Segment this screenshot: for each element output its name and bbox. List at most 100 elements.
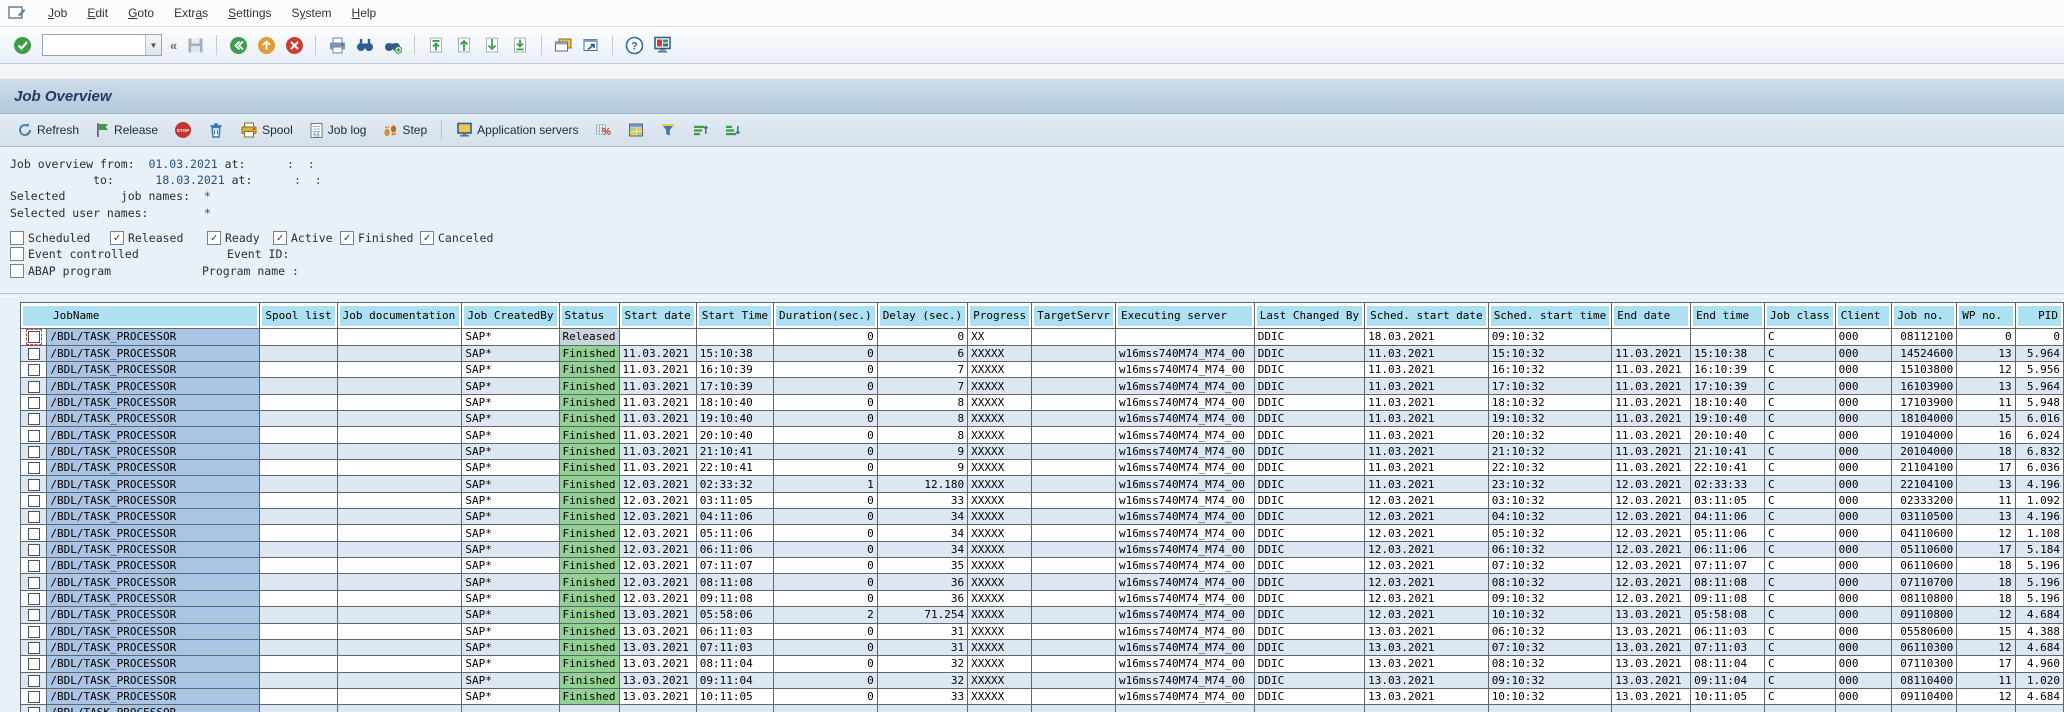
cell-sched-start-time[interactable]: 04:10:32 (1488, 509, 1612, 525)
cell-sched-start-date[interactable]: 18.03.2021 (1365, 329, 1489, 345)
cell-delay[interactable]: 8 (877, 411, 967, 427)
column-header-status[interactable]: Status (559, 303, 619, 329)
cell-wp-no[interactable]: 17 (1957, 541, 2015, 557)
cell-end-time[interactable]: 09:11:04 (1691, 672, 1765, 688)
cell-pid[interactable]: 6.016 (2015, 411, 2063, 427)
cell-executing-server[interactable]: w16mss740M74_M74_00 (1116, 525, 1255, 541)
checkbox-icon[interactable] (28, 675, 40, 687)
cell-job-documentation[interactable] (337, 672, 462, 688)
sort-descending-button[interactable] (717, 118, 747, 142)
cell-client[interactable]: 000 (1835, 492, 1892, 508)
cell-executing-server[interactable]: w16mss740M74_M74_00 (1116, 362, 1255, 378)
cell-last-changed-by[interactable]: DDIC (1254, 574, 1364, 590)
cell-jobname[interactable]: /BDL/TASK_PROCESSOR (47, 607, 260, 623)
cell-start-date[interactable]: 11.03.2021 (619, 362, 696, 378)
cell-jobname[interactable]: /BDL/TASK_PROCESSOR (47, 394, 260, 410)
cell-pid[interactable]: 4.684 (2015, 639, 2063, 655)
cell-pid[interactable]: 5.196 (2015, 590, 2063, 606)
cell-start-date[interactable] (619, 329, 696, 345)
cell-start-date[interactable]: 11.03.2021 (619, 443, 696, 459)
cell-spool-list[interactable] (260, 607, 337, 623)
cell-end-time[interactable]: 02:33:33 (1691, 476, 1765, 492)
cell-end-date[interactable]: 12.03.2021 (1612, 509, 1691, 525)
cell-delay[interactable]: 32 (877, 672, 967, 688)
cell-executing-server[interactable] (1116, 705, 1255, 712)
cell-spool-list[interactable] (260, 378, 337, 394)
last-page-icon[interactable] (508, 33, 532, 57)
cell-delay[interactable]: 36 (877, 590, 967, 606)
cell-sched-start-time[interactable]: 15:10:32 (1488, 345, 1612, 361)
cell-progress[interactable]: XXXXX (968, 394, 1032, 410)
cell-job-documentation[interactable] (337, 607, 462, 623)
cell-end-date[interactable]: 12.03.2021 (1612, 476, 1691, 492)
cell-last-changed-by[interactable]: DDIC (1254, 345, 1364, 361)
cell-pid[interactable]: 4.684 (2015, 688, 2063, 704)
cell-duration[interactable]: 0 (773, 411, 877, 427)
cell-sched-start-time[interactable]: 06:10:32 (1488, 541, 1612, 557)
cell-last-changed-by[interactable]: DDIC (1254, 607, 1364, 623)
find-next-icon[interactable] (381, 33, 405, 57)
cell-end-date[interactable]: 11.03.2021 (1612, 427, 1691, 443)
cell-sched-start-time[interactable] (1488, 705, 1612, 712)
cell-client[interactable]: 000 (1835, 427, 1892, 443)
cell-spool-list[interactable] (260, 443, 337, 459)
cell-delay[interactable] (877, 705, 967, 712)
cell-sched-start-time[interactable]: 23:10:32 (1488, 476, 1612, 492)
cell-progress[interactable]: XXXXX (968, 362, 1032, 378)
cell-end-time[interactable]: 19:10:40 (1691, 411, 1765, 427)
cell-pid[interactable]: 5.196 (2015, 574, 2063, 590)
column-header-sched-start-time[interactable]: Sched. start time (1488, 303, 1612, 329)
status-checkbox-ready[interactable]: Ready (207, 231, 260, 245)
row-select-checkbox[interactable] (21, 688, 47, 704)
cell-jobname[interactable]: /BDL/TASK_PROCESSOR (47, 623, 260, 639)
unchecked-checkbox-icon[interactable] (10, 231, 24, 245)
cell-targetservr[interactable] (1032, 705, 1116, 712)
release-button[interactable]: Release (88, 118, 165, 142)
cell-end-date[interactable]: 12.03.2021 (1612, 558, 1691, 574)
cell-status[interactable]: Finished (559, 525, 619, 541)
cell-duration[interactable] (773, 705, 877, 712)
cell-last-changed-by[interactable]: DDIC (1254, 656, 1364, 672)
cell-job-createdby[interactable]: SAP* (462, 460, 559, 476)
cell-status[interactable]: Finished (559, 476, 619, 492)
checkbox-icon[interactable] (28, 642, 40, 654)
cell-job-createdby[interactable]: SAP* (462, 590, 559, 606)
status-checkbox-active[interactable]: Active (273, 231, 333, 245)
cell-last-changed-by[interactable]: DDIC (1254, 427, 1364, 443)
cell-job-class[interactable]: C (1764, 688, 1835, 704)
cell-job-class[interactable]: C (1764, 558, 1835, 574)
cell-job-class[interactable]: C (1764, 476, 1835, 492)
checkbox-icon[interactable] (28, 446, 40, 458)
cell-sched-start-date[interactable]: 13.03.2021 (1365, 672, 1489, 688)
cell-executing-server[interactable]: w16mss740M74_M74_00 (1116, 443, 1255, 459)
cell-start-date[interactable]: 13.03.2021 (619, 656, 696, 672)
cell-start-date[interactable]: 11.03.2021 (619, 378, 696, 394)
cell-sched-start-time[interactable]: 21:10:32 (1488, 443, 1612, 459)
cell-sched-start-time[interactable]: 09:10:32 (1488, 672, 1612, 688)
cell-status[interactable]: Finished (559, 460, 619, 476)
cell-progress[interactable]: XXXXX (968, 427, 1032, 443)
cell-sched-start-time[interactable]: 19:10:32 (1488, 411, 1612, 427)
cell-job-createdby[interactable]: SAP* (462, 639, 559, 655)
cell-start-date[interactable]: 12.03.2021 (619, 590, 696, 606)
cell-job-no[interactable]: 08110800 (1892, 590, 1957, 606)
cell-wp-no[interactable]: 13 (1957, 509, 2015, 525)
cell-progress[interactable]: XXXXX (968, 672, 1032, 688)
cell-end-time[interactable]: 09:11:08 (1691, 590, 1765, 606)
cell-job-class[interactable] (1764, 705, 1835, 712)
cell-spool-list[interactable] (260, 672, 337, 688)
row-select-checkbox[interactable] (21, 378, 47, 394)
cell-wp-no[interactable]: 18 (1957, 443, 2015, 459)
checkbox-icon[interactable] (28, 413, 40, 425)
cell-client[interactable]: 000 (1835, 362, 1892, 378)
cell-job-documentation[interactable] (337, 623, 462, 639)
cell-delay[interactable]: 7 (877, 362, 967, 378)
cell-job-documentation[interactable] (337, 590, 462, 606)
cell-wp-no[interactable]: 12 (1957, 607, 2015, 623)
cell-status[interactable]: Finished (559, 443, 619, 459)
cell-status[interactable]: Finished (559, 394, 619, 410)
cell-end-time[interactable]: 10:11:05 (1691, 688, 1765, 704)
cell-last-changed-by[interactable]: DDIC (1254, 558, 1364, 574)
row-select-checkbox[interactable] (21, 541, 47, 557)
cell-job-class[interactable]: C (1764, 427, 1835, 443)
